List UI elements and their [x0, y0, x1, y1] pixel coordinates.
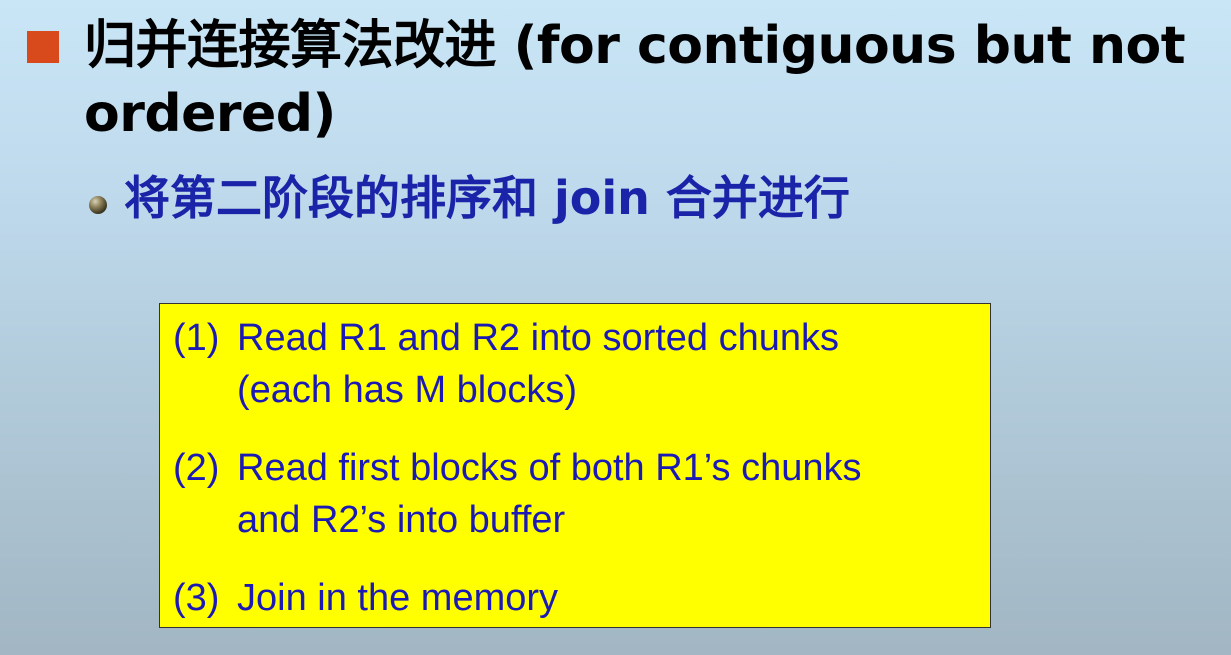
step-2-number: (2): [173, 447, 220, 489]
slide: 归并连接算法改进 (for contiguous but not ordered…: [0, 0, 1231, 655]
slide-title: 归并连接算法改进 (for contiguous but not ordered…: [84, 16, 1186, 144]
step-2-line-1: (2) Read first blocks of both R1’s chunks: [173, 442, 862, 494]
step-1-line-2: (each has M blocks): [237, 369, 578, 411]
step-2: (2) Read first blocks of both R1’s chunks…: [173, 442, 862, 546]
square-bullet-icon: [27, 31, 59, 63]
step-3-line-1: (3) Join in the memory: [173, 572, 558, 624]
step-1: (1) Read R1 and R2 into sorted chunks (ea…: [173, 312, 839, 416]
steps-box: (1) Read R1 and R2 into sorted chunks (ea…: [159, 303, 991, 628]
step-2-line-2: and R2’s into buffer: [237, 499, 566, 541]
step-1-text: Read R1 and R2 into sorted chunks: [237, 317, 840, 359]
step-3: (3) Join in the memory: [173, 572, 558, 624]
slide-subtitle: 将第二阶段的排序和 join 合并进行: [124, 171, 850, 225]
step-1-line-1: (1) Read R1 and R2 into sorted chunks: [173, 312, 839, 364]
step-2-text: Read first blocks of both R1’s chunks: [237, 447, 862, 489]
round-bullet-icon: [89, 196, 107, 214]
step-1-number: (1): [173, 317, 220, 359]
step-3-number: (3): [173, 577, 220, 619]
step-3-text: Join in the memory: [237, 577, 559, 619]
